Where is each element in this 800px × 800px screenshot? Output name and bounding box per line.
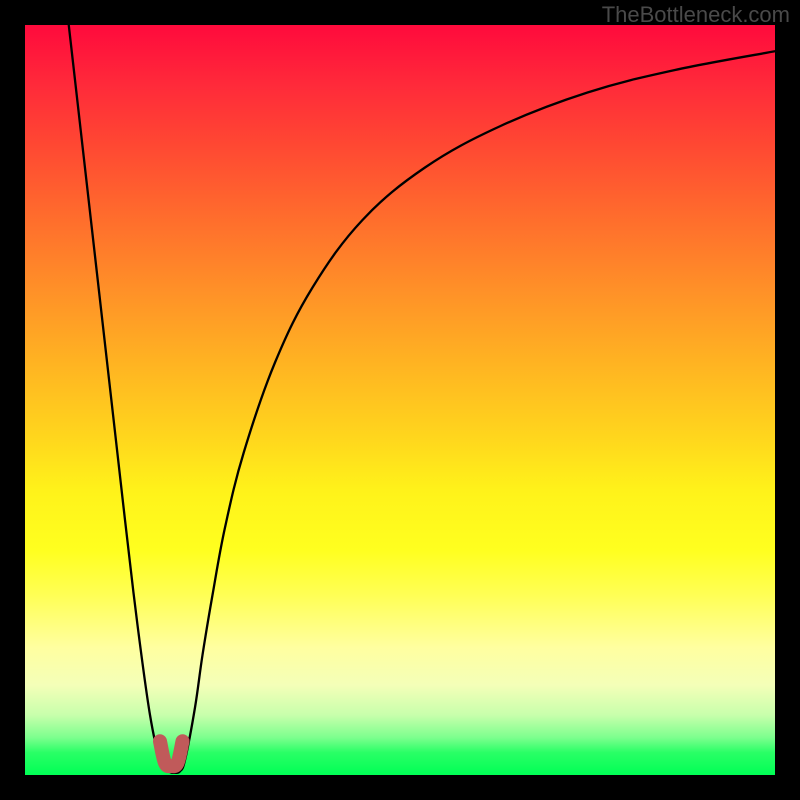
plot-area: [25, 25, 775, 775]
trough-marker: [25, 25, 775, 775]
chart-frame: TheBottleneck.com: [0, 0, 800, 800]
watermark-text: TheBottleneck.com: [602, 2, 790, 28]
